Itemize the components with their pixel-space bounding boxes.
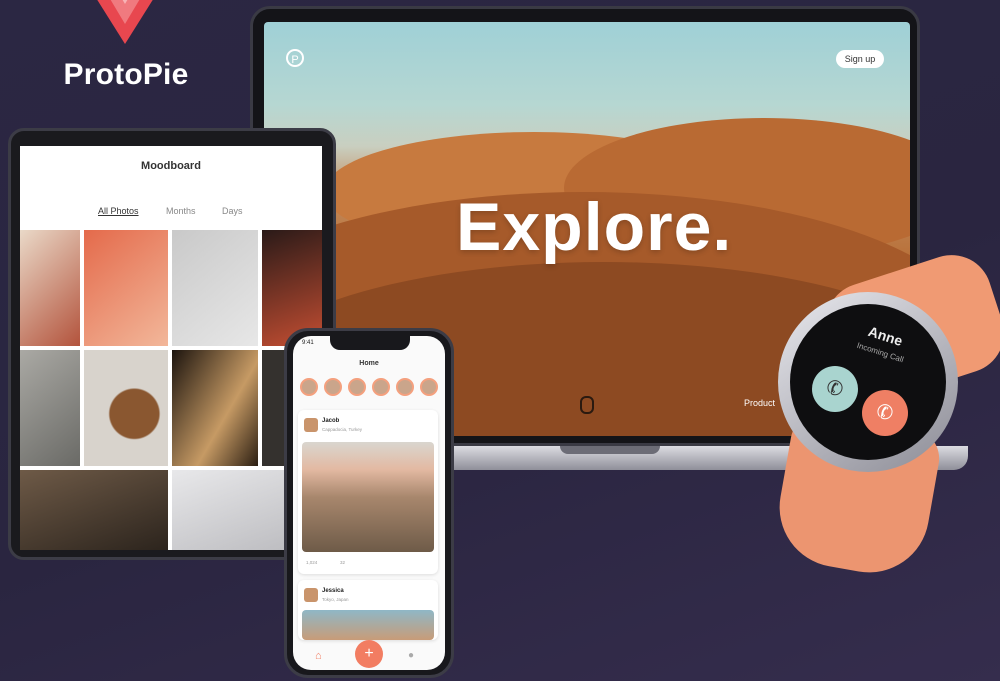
scroll-mouse-icon [580, 396, 594, 414]
photo-tile[interactable] [20, 350, 80, 466]
post-location: Cappadocia, Turkey [322, 427, 363, 432]
phone-accept-icon[interactable]: ✆ [812, 366, 858, 412]
story-avatar[interactable] [324, 378, 342, 396]
story-avatar[interactable] [300, 378, 318, 396]
photo-tile[interactable] [172, 350, 258, 466]
tab-months[interactable]: Months [166, 206, 196, 216]
brand-name: ProtoPie [63, 58, 189, 91]
photo-tile[interactable] [20, 470, 168, 550]
hero-title: Explore. [456, 189, 733, 265]
plus-icon[interactable]: + [355, 640, 383, 668]
tab-all-photos[interactable]: All Photos [98, 206, 139, 216]
story-avatar[interactable] [348, 378, 366, 396]
story-avatar[interactable] [420, 378, 438, 396]
photo-tile[interactable] [172, 230, 258, 346]
like-count[interactable]: 1,024 [306, 560, 317, 565]
avatar [304, 588, 318, 602]
avatar [304, 418, 318, 432]
footer-product-link[interactable]: Product [744, 398, 775, 408]
photo-tile[interactable] [20, 230, 80, 346]
post-author: Jacob [322, 418, 340, 424]
phone-decline-icon[interactable]: ✆ [862, 390, 908, 436]
post-location: Tokyo, Japan [322, 597, 349, 602]
profile-tab-icon[interactable]: ● [408, 650, 414, 661]
comment-count[interactable]: 32 [340, 560, 345, 565]
story-avatar[interactable] [372, 378, 390, 396]
home-tab-icon[interactable]: ⌂ [315, 650, 322, 662]
tab-days[interactable]: Days [222, 206, 243, 216]
p-logo-icon[interactable]: P [286, 49, 304, 67]
status-time: 9:41 [302, 340, 314, 346]
post-author: Jessica [322, 588, 344, 594]
phone-notch [330, 336, 410, 350]
signup-button[interactable]: Sign up [836, 50, 884, 68]
protopie-logo-icon [97, 0, 153, 44]
photo-grid [20, 230, 322, 550]
moodboard-title: Moodboard [141, 160, 201, 172]
post-photo[interactable] [302, 442, 434, 552]
photo-tile[interactable] [84, 230, 168, 346]
post-photo[interactable] [302, 610, 434, 640]
phone-title: Home [359, 360, 379, 367]
story-avatar[interactable] [396, 378, 414, 396]
laptop-hinge [560, 446, 660, 454]
photo-tile[interactable] [84, 350, 168, 466]
